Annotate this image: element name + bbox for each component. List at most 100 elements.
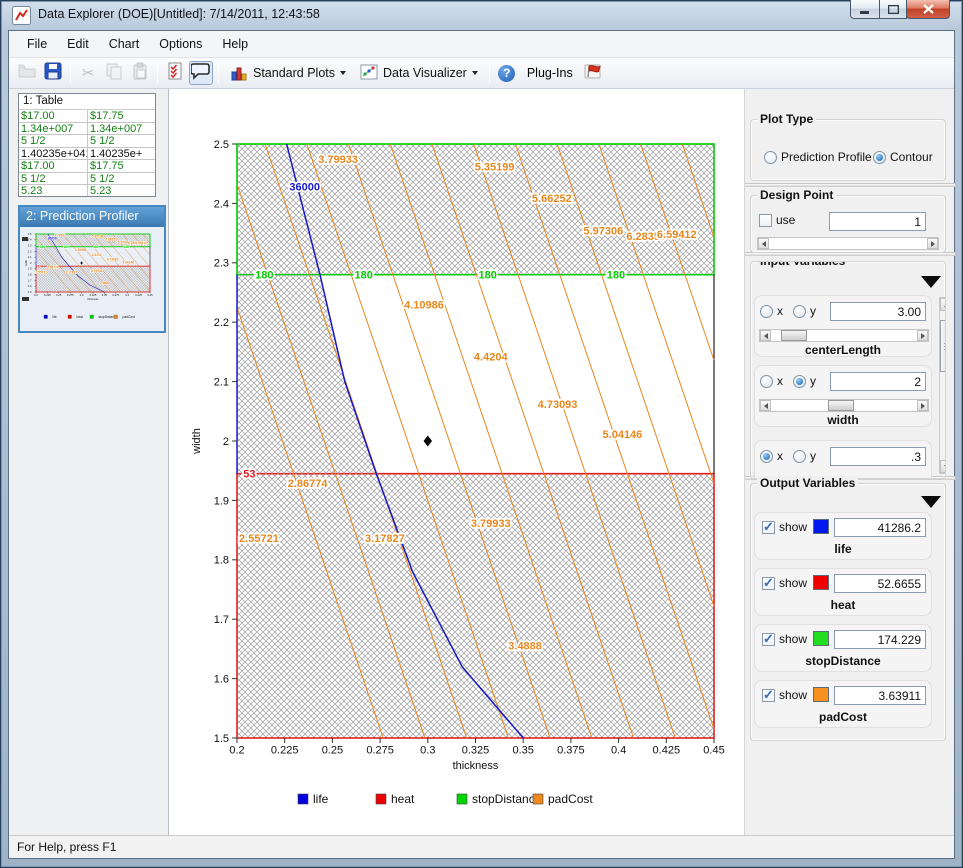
x-tick-label: 0.45 <box>703 744 724 756</box>
slider-thumb[interactable] <box>828 400 854 411</box>
cut-button[interactable]: ✂ <box>76 61 100 85</box>
y-axis-radio[interactable]: y <box>793 304 816 318</box>
contour-radio[interactable]: Contour <box>873 150 933 164</box>
y-axis-radio[interactable]: y <box>793 374 816 388</box>
output-color-swatch[interactable] <box>813 631 829 646</box>
heat-infeasible-region <box>237 474 714 738</box>
scrollbar-thumb[interactable] <box>940 320 946 372</box>
help-button[interactable]: ? <box>495 61 519 85</box>
copy-icon <box>105 62 123 85</box>
design-point-marker[interactable] <box>80 261 82 264</box>
menu-options[interactable]: Options <box>149 32 212 56</box>
show-output-checkbox[interactable]: show <box>762 576 807 590</box>
legend-label: stopDistance <box>472 792 542 806</box>
legend-label: life <box>313 792 329 806</box>
window-title: Data Explorer (DOE)[Untitled]: 7/14/2011… <box>38 7 320 21</box>
contour-label: 5.04146 <box>603 429 643 441</box>
standard-plots-button[interactable]: Standard Plots <box>224 60 352 87</box>
output-color-swatch[interactable] <box>813 519 829 534</box>
menu-chart[interactable]: Chart <box>99 32 150 56</box>
input-value-field[interactable]: .3 <box>830 447 926 466</box>
profiler-panel-thumbnail[interactable]: 2: Prediction Profiler 18018018018053360… <box>18 205 166 333</box>
x-axis-radio[interactable]: x <box>760 374 783 388</box>
maximize-button[interactable] <box>879 0 907 19</box>
show-output-checkbox[interactable]: show <box>762 632 807 646</box>
x-tick-label: 0.35 <box>512 744 533 756</box>
design-point-scrollbar[interactable] <box>757 237 939 250</box>
x-tick-label: 0.3 <box>420 744 435 756</box>
x-tick-label: 0.375 <box>112 293 119 297</box>
prediction-profile-radio[interactable]: Prediction Profile <box>764 150 872 164</box>
table-panel-thumbnail[interactable]: 1: Table $17.00$17.751.34e+0071.34e+0075… <box>18 93 156 197</box>
output-color-swatch[interactable] <box>813 687 829 702</box>
scroll-right-arrow[interactable] <box>917 330 928 341</box>
contour-chart-svg[interactable]: 18018018018053360003.799335.351995.66252… <box>170 89 744 835</box>
use-design-point-checkbox[interactable]: use <box>759 213 795 227</box>
annotation-button[interactable] <box>189 61 213 85</box>
scroll-left-arrow[interactable] <box>758 238 769 249</box>
output-variable-row: show41286.2life <box>754 512 932 560</box>
data-visualizer-button[interactable]: Data Visualizer <box>354 60 484 87</box>
paste-button[interactable] <box>128 61 152 85</box>
scroll-left-arrow[interactable] <box>760 400 771 411</box>
legend-swatch-life <box>44 315 48 319</box>
design-point-marker[interactable] <box>424 436 433 447</box>
variable-slider[interactable] <box>759 329 929 342</box>
show-label: show <box>779 632 807 646</box>
contour-label: Contour <box>890 150 933 164</box>
menu-file[interactable]: File <box>17 32 57 56</box>
data-table: $17.00$17.751.34e+0071.34e+0075 1/25 1/2… <box>19 110 155 197</box>
collapse-output-variables-button[interactable] <box>921 496 941 508</box>
save-button[interactable] <box>41 61 65 85</box>
checkbox-icon <box>762 521 775 534</box>
slider-thumb[interactable] <box>781 330 807 341</box>
legend-label: heat <box>391 792 415 806</box>
input-value-field[interactable]: 3.00 <box>830 302 926 321</box>
contour-label: 2.55721 <box>35 271 47 275</box>
scroll-up-arrow[interactable] <box>940 298 946 311</box>
cut-icon: ✂ <box>82 64 95 82</box>
input-value-field[interactable]: 2 <box>830 372 926 391</box>
x-axis-radio[interactable]: x <box>760 449 783 463</box>
open-button[interactable] <box>15 61 39 85</box>
menu-help[interactable]: Help <box>212 32 258 56</box>
scroll-down-arrow[interactable] <box>940 460 946 473</box>
status-bar: For Help, press F1 <box>9 835 954 858</box>
menu-edit[interactable]: Edit <box>57 32 99 56</box>
output-variable-label: life <box>755 542 931 556</box>
y-radio-label: y <box>810 304 816 318</box>
menu-bar: File Edit Chart Options Help <box>9 31 954 58</box>
scroll-left-arrow[interactable] <box>760 330 771 341</box>
title-bar[interactable]: Data Explorer (DOE)[Untitled]: 7/14/2011… <box>0 0 963 30</box>
copy-button[interactable] <box>102 61 126 85</box>
y-axis-radio[interactable]: y <box>793 449 816 463</box>
design-point-field[interactable]: 1 <box>829 212 926 231</box>
plugins-button[interactable] <box>581 61 605 85</box>
legend-swatch-heat <box>376 794 386 804</box>
output-color-swatch[interactable] <box>813 575 829 590</box>
show-output-checkbox[interactable]: show <box>762 688 807 702</box>
legend-label: padCost <box>548 792 593 806</box>
contour-label: 180 <box>124 245 130 249</box>
contour-label: 2.55721 <box>239 533 279 545</box>
contour-plot: 18018018018053360003.799335.351995.66252… <box>35 234 150 292</box>
x-axis-radio[interactable]: x <box>760 304 783 318</box>
app-window: Data Explorer (DOE)[Untitled]: 7/14/2011… <box>0 0 963 868</box>
minimize-button[interactable] <box>850 0 880 19</box>
close-button[interactable] <box>906 0 950 19</box>
input-variables-scrollbar[interactable] <box>939 297 946 474</box>
variable-slider[interactable] <box>759 399 929 412</box>
checklist-button[interactable] <box>163 61 187 85</box>
toolbar: ✂ Standard Plots Data V <box>9 58 954 89</box>
mini-contour-chart: 18018018018053360003.799335.351995.66252… <box>20 227 164 329</box>
scroll-right-arrow[interactable] <box>927 238 938 249</box>
collapse-input-variables-button[interactable] <box>921 276 941 288</box>
x-tick-label: 0.35 <box>102 293 108 297</box>
show-output-checkbox[interactable]: show <box>762 520 807 534</box>
checkbox-icon <box>762 577 775 590</box>
contour-plot: 18018018018053360003.799335.351995.66252… <box>237 144 714 738</box>
y-tick-label: 1.6 <box>214 673 229 685</box>
toolbar-separator <box>70 63 71 83</box>
table-cell: 5 1/2 <box>87 173 155 185</box>
scroll-right-arrow[interactable] <box>917 400 928 411</box>
